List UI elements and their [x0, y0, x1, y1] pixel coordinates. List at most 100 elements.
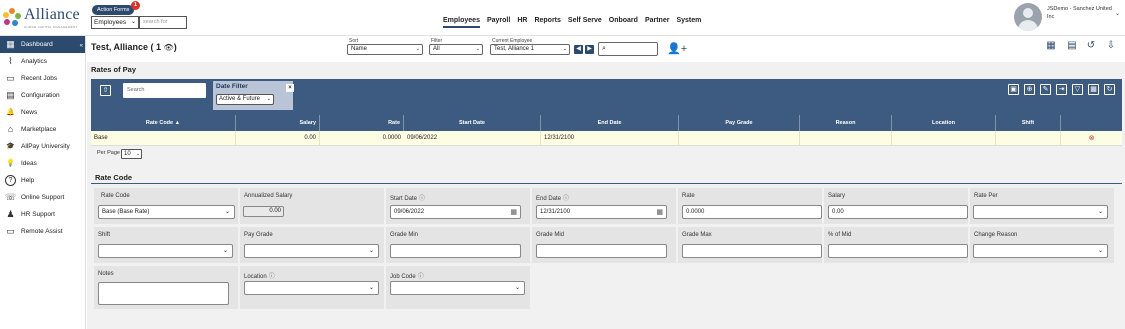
- user-name[interactable]: JSDemo - Sanchez United Inc: [1047, 5, 1117, 21]
- nav-partner[interactable]: Partner: [645, 17, 670, 28]
- sidebar-item-ideas[interactable]: 💡 Ideas: [0, 155, 85, 172]
- previous-employee-icon[interactable]: ◀: [574, 45, 583, 54]
- filter-icon[interactable]: ▽: [1072, 84, 1083, 95]
- employee-quick-search[interactable]: ⌕: [598, 42, 658, 56]
- sidebar-item-dashboard[interactable]: ▦ Dashboard «: [0, 36, 85, 53]
- user-avatar[interactable]: [1014, 3, 1042, 31]
- rate-input[interactable]: 0.0000: [682, 205, 822, 219]
- employee-type-select[interactable]: Employees ⌄: [91, 16, 139, 29]
- nav-system[interactable]: System: [676, 17, 701, 28]
- nav-payroll[interactable]: Payroll: [487, 17, 510, 28]
- pct-of-mid-input[interactable]: [828, 244, 968, 258]
- grid-search-input[interactable]: Search: [123, 83, 206, 98]
- end-date-input[interactable]: 12/31/2100 ▦: [536, 205, 667, 219]
- employee-type-value: Employees: [94, 19, 127, 26]
- rates-grid-toolbar: ⇧ Search Date Filter Active & Future ⌄ ×…: [91, 79, 1122, 115]
- save-icon[interactable]: ▣: [1008, 84, 1019, 95]
- start-date-input[interactable]: 09/06/2022 ▦: [390, 205, 521, 219]
- alliance-logo[interactable]: Alliance HUMAN CAPITAL MANAGEMENT: [2, 4, 86, 32]
- sidebar-item-label: Analytics: [21, 58, 48, 65]
- grid-view-icon[interactable]: ▦: [1045, 40, 1057, 52]
- employee-name: Test, Alliance ( 1: [91, 42, 164, 52]
- grade-min-input[interactable]: [390, 244, 521, 258]
- columns-icon[interactable]: ▦: [1088, 84, 1099, 95]
- sidebar-item-remote-assist[interactable]: ▭ Remote Assist: [0, 223, 85, 240]
- sidebar-item-marketplace[interactable]: ⌂ Marketplace: [0, 121, 85, 138]
- calendar-icon[interactable]: ▦: [510, 207, 517, 219]
- nav-hr[interactable]: HR: [517, 17, 527, 28]
- location-select[interactable]: ⌄: [244, 281, 379, 295]
- col-location[interactable]: Location: [892, 115, 996, 131]
- filter-select[interactable]: All ⌄: [429, 44, 483, 55]
- rate-per-field: Rate Per ⌄: [970, 188, 1114, 224]
- col-start-date[interactable]: Start Date: [404, 115, 541, 131]
- sidebar-item-hr-support[interactable]: ♟ HR Support: [0, 206, 85, 223]
- add-icon[interactable]: ⊕: [1024, 84, 1035, 95]
- field-label: End Date ⓘ: [536, 193, 569, 202]
- table-row[interactable]: Base 0.00 0.0000 09/06/2022 12/31/2100 ⊗: [91, 131, 1122, 146]
- field-label: Rate Per: [974, 193, 998, 199]
- col-rate-code[interactable]: Rate Code ▲: [91, 115, 236, 131]
- info-icon[interactable]: ⓘ: [419, 196, 425, 202]
- nav-onboard[interactable]: Onboard: [609, 17, 638, 28]
- view-eye-icon[interactable]: 👁: [164, 43, 174, 52]
- col-rate[interactable]: Rate: [320, 115, 404, 131]
- nav-self-serve[interactable]: Self Serve: [568, 17, 602, 28]
- shift-select[interactable]: ⌄: [98, 244, 233, 258]
- shift-field: Shift ⌄: [94, 227, 238, 263]
- nav-employees[interactable]: Employees: [443, 17, 480, 28]
- info-icon[interactable]: ⓘ: [563, 196, 569, 202]
- nav-reports[interactable]: Reports: [534, 17, 560, 28]
- rate-per-select[interactable]: ⌄: [973, 205, 1108, 219]
- close-filter-icon[interactable]: ×: [286, 84, 294, 92]
- user-menu-chevron-icon[interactable]: ⌄: [1115, 10, 1120, 17]
- history-icon[interactable]: ↺: [1085, 40, 1097, 52]
- sidebar-item-allpay-university[interactable]: 🎓 AllPay University: [0, 138, 85, 155]
- grade-min-field: Grade Min: [386, 227, 530, 263]
- main-content: Test, Alliance ( 1 👁) Sort Name ⌄ Filter…: [87, 36, 1125, 329]
- per-page-select[interactable]: 10 ⌄: [121, 149, 142, 159]
- add-employee-icon[interactable]: 👤+: [667, 42, 687, 55]
- chevron-down-icon: ⌄: [475, 46, 480, 52]
- export-file-icon[interactable]: ⇩: [1105, 40, 1117, 52]
- date-filter-select[interactable]: Active & Future ⌄: [216, 94, 274, 105]
- document-icon[interactable]: ▤: [1066, 40, 1078, 52]
- info-icon[interactable]: ⓘ: [418, 274, 424, 280]
- action-forms-button[interactable]: Action Forms: [92, 5, 135, 15]
- salary-input[interactable]: 0.00: [828, 205, 968, 219]
- col-pay-grade[interactable]: Pay Grade: [679, 115, 800, 131]
- chevron-down-icon: ⌄: [224, 209, 230, 215]
- col-end-date[interactable]: End Date: [541, 115, 679, 131]
- calendar-icon[interactable]: ▦: [656, 207, 663, 219]
- sort-select[interactable]: Name ⌄: [347, 44, 423, 55]
- sidebar-item-recent-jobs[interactable]: ▭ Recent Jobs: [0, 70, 85, 87]
- grade-max-input[interactable]: [682, 244, 822, 258]
- date-filter-panel: Date Filter Active & Future ⌄: [213, 81, 293, 110]
- refresh-icon[interactable]: ↻: [1104, 84, 1115, 95]
- sidebar-item-news[interactable]: 🔔 News: [0, 104, 85, 121]
- next-employee-icon[interactable]: ▶: [585, 45, 594, 54]
- edit-icon[interactable]: ✎: [1040, 84, 1051, 95]
- rate-code-select[interactable]: Base (Base Rate) ⌄: [98, 205, 235, 219]
- change-reason-select[interactable]: ⌄: [973, 244, 1108, 258]
- top-search-input[interactable]: search for: [139, 16, 187, 29]
- pay-grade-select[interactable]: ⌄: [244, 244, 379, 258]
- col-shift[interactable]: Shift: [996, 115, 1061, 131]
- grade-mid-input[interactable]: [536, 244, 667, 258]
- sidebar-item-analytics[interactable]: ⌇ Analytics: [0, 53, 85, 70]
- col-salary[interactable]: Salary: [236, 115, 320, 131]
- sidebar-item-online-support[interactable]: ☏ Online Support: [0, 189, 85, 206]
- delete-row-icon[interactable]: ⊗: [1089, 135, 1095, 142]
- info-icon[interactable]: ⓘ: [269, 274, 275, 280]
- collapse-up-icon[interactable]: ⇧: [100, 85, 111, 96]
- current-employee-select[interactable]: Test, Alliance 1 ⌄: [490, 44, 570, 55]
- rate-code-value: Base (Base Rate): [102, 209, 150, 215]
- notes-textarea[interactable]: [98, 282, 229, 305]
- cell-start-date: 09/06/2022: [404, 131, 541, 145]
- job-code-select[interactable]: ⌄: [390, 281, 525, 295]
- sidebar-item-configuration[interactable]: ▤ Configuration: [0, 87, 85, 104]
- export-icon[interactable]: ⇥: [1056, 84, 1067, 95]
- sidebar-item-help[interactable]: ? Help: [0, 172, 85, 189]
- col-reason[interactable]: Reason: [800, 115, 892, 131]
- field-label: Grade Min: [390, 232, 419, 238]
